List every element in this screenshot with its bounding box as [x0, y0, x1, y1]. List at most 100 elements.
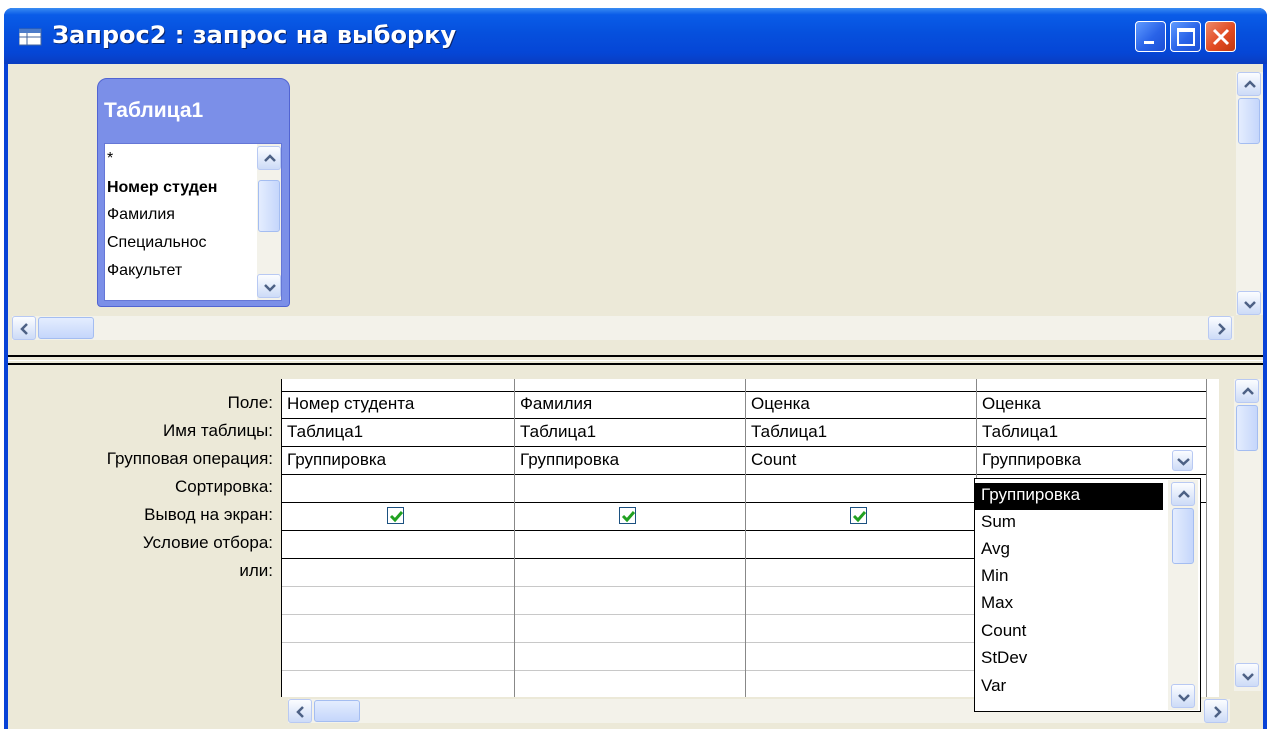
- field-list-scroll-up-button[interactable]: [257, 146, 281, 170]
- table-pane-scroll-up-button[interactable]: [1237, 72, 1261, 96]
- query-icon: [19, 28, 42, 46]
- cell-criteria[interactable]: [282, 531, 514, 559]
- cell-total[interactable]: Группировка: [515, 447, 745, 475]
- cell-extra[interactable]: [746, 615, 976, 643]
- chevron-left-icon: [20, 323, 28, 335]
- close-button[interactable]: [1205, 21, 1236, 52]
- cell-extra[interactable]: [282, 587, 514, 615]
- cell-extra[interactable]: [515, 615, 745, 643]
- maximize-icon: [1177, 28, 1195, 46]
- cell-extra[interactable]: [515, 587, 745, 615]
- show-checkbox[interactable]: [387, 507, 404, 524]
- dropdown-option-group-by[interactable]: Группировка: [975, 483, 1163, 510]
- dropdown-scrollbar[interactable]: [1168, 480, 1198, 710]
- cell-total[interactable]: Группировка: [282, 447, 514, 475]
- field-item-surname[interactable]: Фамилия: [107, 206, 259, 224]
- cell-sort[interactable]: [282, 475, 514, 503]
- cell-extra[interactable]: [746, 587, 976, 615]
- field-list-scroll-down-button[interactable]: [257, 274, 281, 298]
- cell-table[interactable]: Таблица1: [515, 419, 745, 447]
- dropdown-option-sum[interactable]: Sum: [975, 510, 1163, 537]
- table-pane-hscroll-thumb[interactable]: [38, 317, 94, 339]
- row-label-show: Вывод на экран:: [144, 505, 273, 524]
- cell-sort[interactable]: [515, 475, 745, 503]
- cell-sort[interactable]: [746, 475, 976, 503]
- grid-scroll-down-button[interactable]: [1235, 663, 1259, 687]
- dropdown-option-min[interactable]: Min: [975, 564, 1163, 591]
- show-checkbox[interactable]: [850, 507, 867, 524]
- close-icon: [1212, 28, 1230, 46]
- field-item-faculty[interactable]: Факультет: [107, 262, 259, 280]
- field-item-all[interactable]: *: [107, 150, 259, 168]
- dropdown-option-count[interactable]: Count: [975, 619, 1163, 646]
- check-icon: [852, 511, 867, 523]
- cell-field[interactable]: Фамилия: [515, 391, 745, 419]
- chevron-up-icon: [264, 154, 276, 162]
- cell-total-active[interactable]: Группировка: [977, 447, 1206, 475]
- chevron-right-icon: [1214, 706, 1222, 718]
- cell-table[interactable]: Таблица1: [977, 419, 1206, 447]
- table-pane-vscroll[interactable]: [1236, 72, 1263, 315]
- chevron-right-icon: [1218, 323, 1226, 335]
- grid-column-1: Номер студента Таблица1 Группировка: [282, 379, 515, 697]
- field-list-scrollbar[interactable]: [257, 144, 281, 300]
- cell-criteria[interactable]: [746, 531, 976, 559]
- dropdown-option-avg[interactable]: Avg: [975, 537, 1163, 564]
- window-title: Запрос2 : запрос на выборку: [52, 21, 457, 49]
- field-list-table1[interactable]: Таблица1 * Номер студен Фамилия Специаль…: [97, 78, 290, 307]
- grid-scroll-left-button[interactable]: [288, 699, 312, 723]
- table-pane-scroll-left-button[interactable]: [12, 316, 36, 340]
- cell-field[interactable]: Номер студента: [282, 391, 514, 419]
- cell-field[interactable]: Оценка: [746, 391, 976, 419]
- cell-table[interactable]: Таблица1: [746, 419, 976, 447]
- row-label-or: или:: [239, 561, 273, 580]
- check-icon: [389, 511, 404, 523]
- cell-table[interactable]: Таблица1: [282, 419, 514, 447]
- cell-or[interactable]: [515, 559, 745, 587]
- grid-vscroll[interactable]: [1234, 379, 1261, 691]
- chevron-down-icon: [1242, 673, 1254, 681]
- field-item-specialty[interactable]: Специальнос: [107, 234, 259, 252]
- minimize-button[interactable]: [1135, 21, 1166, 52]
- field-item-student-number[interactable]: Номер студен: [107, 179, 259, 197]
- cell-extra[interactable]: [282, 615, 514, 643]
- cell-extra[interactable]: [515, 643, 745, 671]
- total-dropdown-list[interactable]: Группировка Sum Avg Min Max Count StDev …: [974, 478, 1201, 712]
- cell-or[interactable]: [746, 559, 976, 587]
- table-pane-scroll-down-button[interactable]: [1237, 291, 1261, 315]
- cell-show: [282, 503, 514, 531]
- grid-column-3: Оценка Таблица1 Count: [746, 379, 977, 697]
- cell-extra[interactable]: [746, 643, 976, 671]
- dropdown-scroll-up-button[interactable]: [1171, 482, 1195, 506]
- maximize-button[interactable]: [1170, 21, 1201, 52]
- dropdown-scroll-down-button[interactable]: [1171, 684, 1195, 708]
- dropdown-option-var[interactable]: Var: [975, 674, 1163, 701]
- check-icon: [621, 511, 636, 523]
- grid-scroll-right-button[interactable]: [1204, 699, 1228, 723]
- total-dropdown-button[interactable]: [1172, 450, 1193, 471]
- show-checkbox[interactable]: [619, 507, 636, 524]
- table-pane-scroll-right-button[interactable]: [1208, 316, 1232, 340]
- chevron-down-icon: [1177, 458, 1190, 466]
- cell-field[interactable]: Оценка: [977, 391, 1206, 419]
- cell-total[interactable]: Count: [746, 447, 976, 475]
- dropdown-option-stdev[interactable]: StDev: [975, 646, 1163, 673]
- grid-scroll-up-button[interactable]: [1235, 379, 1259, 403]
- field-list-scroll-thumb[interactable]: [258, 180, 280, 232]
- chevron-up-icon: [1244, 80, 1256, 88]
- table-pane-vscroll-thumb[interactable]: [1238, 98, 1260, 144]
- chevron-down-icon: [264, 284, 276, 292]
- chevron-up-icon: [1178, 490, 1190, 498]
- grid-hscroll-thumb[interactable]: [314, 700, 360, 722]
- dropdown-option-max[interactable]: Max: [975, 591, 1163, 618]
- table-pane-hscroll[interactable]: [12, 316, 1234, 340]
- chevron-left-icon: [296, 706, 304, 718]
- cell-or[interactable]: [282, 559, 514, 587]
- cell-extra[interactable]: [282, 643, 514, 671]
- grid-vscroll-thumb[interactable]: [1236, 405, 1258, 451]
- row-label-field: Поле:: [227, 393, 273, 412]
- title-bar[interactable]: Запрос2 : запрос на выборку: [4, 8, 1267, 64]
- cell-criteria[interactable]: [515, 531, 745, 559]
- pane-splitter[interactable]: [8, 355, 1263, 365]
- dropdown-scroll-thumb[interactable]: [1172, 508, 1194, 564]
